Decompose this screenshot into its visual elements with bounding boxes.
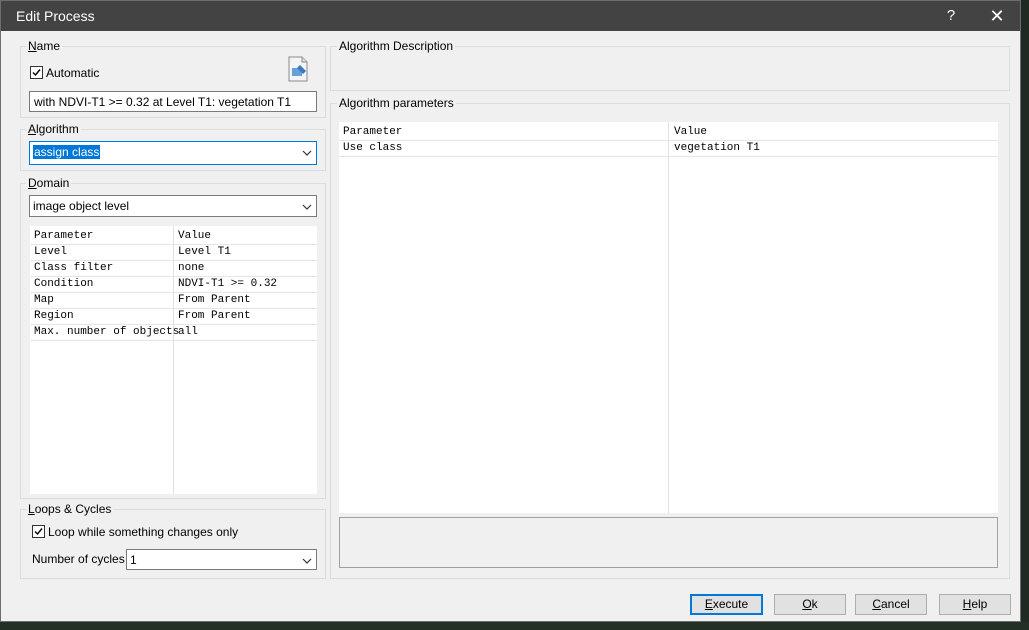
parameter-info-panel [339, 517, 998, 568]
algorithm-selected-value: assign class [33, 145, 101, 159]
ok-button[interactable]: Ok [774, 594, 846, 615]
cancel-label-rest: ancel [880, 597, 910, 611]
row-value: all [178, 326, 198, 338]
row-parameter: Class filter [34, 262, 114, 274]
algorithm-select[interactable]: assign class [29, 141, 317, 165]
row-value: none [178, 262, 205, 274]
algorithm-parameter-grid[interactable]: Parameter Value Use class vegetation T1 [339, 122, 998, 513]
cancel-mnemonic: C [872, 597, 881, 611]
table-row[interactable]: Condition NDVI-T1 >= 0.32 [30, 276, 317, 293]
column-divider [668, 122, 669, 513]
automatic-label: Automatic [46, 66, 100, 80]
header-parameter: Parameter [34, 230, 94, 242]
row-parameter: Use class [343, 142, 403, 154]
domain-selected-value: image object level [33, 199, 130, 213]
process-name-input[interactable]: with NDVI-T1 >= 0.32 at Level T1: vegeta… [29, 91, 317, 112]
edit-process-dialog: Edit Process ? ✕ Name Automatic with NDV… [0, 0, 1021, 622]
ok-mnemonic: O [802, 597, 812, 611]
row-parameter: Map [34, 294, 54, 306]
row-parameter: Region [34, 310, 74, 322]
edit-name-icon[interactable] [286, 56, 310, 85]
algorithm-group-title: Algorithm [26, 122, 81, 136]
execute-mnemonic: E [704, 597, 713, 611]
help-title-button[interactable]: ? [928, 1, 974, 31]
row-parameter: Max. number of objects [34, 326, 180, 338]
cycles-value: 1 [130, 553, 137, 567]
chevron-down-icon [302, 201, 312, 215]
execute-button[interactable]: Execute [690, 594, 763, 615]
background-app-bottom [0, 622, 1029, 630]
ok-label-rest: k [811, 597, 818, 611]
name-group-title: Name [26, 39, 63, 53]
row-value: From Parent [178, 294, 251, 306]
loop-label: Loop while something changes only [48, 525, 239, 539]
table-row[interactable]: Class filter none [30, 260, 317, 277]
header-parameter: Parameter [343, 126, 403, 138]
cancel-button[interactable]: Cancel [855, 594, 927, 615]
domain-group-title: Domain [26, 176, 72, 190]
dialog-title: Edit Process [16, 8, 95, 24]
cycles-select[interactable]: 1 [126, 549, 317, 570]
description-group-title: Algorithm Description [337, 39, 456, 53]
row-value: vegetation T1 [674, 142, 760, 154]
grid-header-row: Parameter Value [339, 124, 998, 141]
header-value: Value [178, 230, 212, 242]
help-button[interactable]: Help [939, 594, 1011, 615]
help-label-rest: elp [971, 597, 988, 611]
domain-parameter-grid[interactable]: Parameter Value Level Level T1 Class fil… [30, 226, 317, 494]
cycles-label: Number of cycles [32, 552, 125, 566]
loops-group-title: Loops & Cycles [26, 502, 114, 516]
chevron-down-icon [302, 555, 312, 569]
row-value: From Parent [178, 310, 251, 322]
header-value: Value [674, 126, 708, 138]
automatic-checkbox[interactable] [30, 66, 43, 79]
loop-checkbox[interactable] [32, 525, 45, 538]
close-button[interactable]: ✕ [974, 1, 1020, 31]
parameters-group-title: Algorithm parameters [337, 96, 456, 110]
table-row[interactable]: Region From Parent [30, 308, 317, 325]
row-parameter: Condition [34, 278, 94, 290]
grid-header-row: Parameter Value [30, 228, 317, 245]
table-row[interactable]: Use class vegetation T1 [339, 140, 998, 157]
table-row[interactable]: Map From Parent [30, 292, 317, 309]
table-row[interactable]: Level Level T1 [30, 244, 317, 261]
name-group-title-rest: ame [36, 39, 61, 53]
chevron-down-icon [302, 147, 312, 161]
row-value: NDVI-T1 >= 0.32 [178, 278, 278, 290]
background-app [1021, 0, 1029, 630]
domain-select[interactable]: image object level [29, 195, 317, 217]
table-row[interactable]: Max. number of objects all [30, 324, 317, 341]
execute-label-rest: xecute [712, 597, 749, 611]
row-parameter: Level [34, 246, 68, 258]
title-bar: Edit Process ? ✕ [1, 1, 1020, 31]
row-value: Level T1 [178, 246, 231, 258]
